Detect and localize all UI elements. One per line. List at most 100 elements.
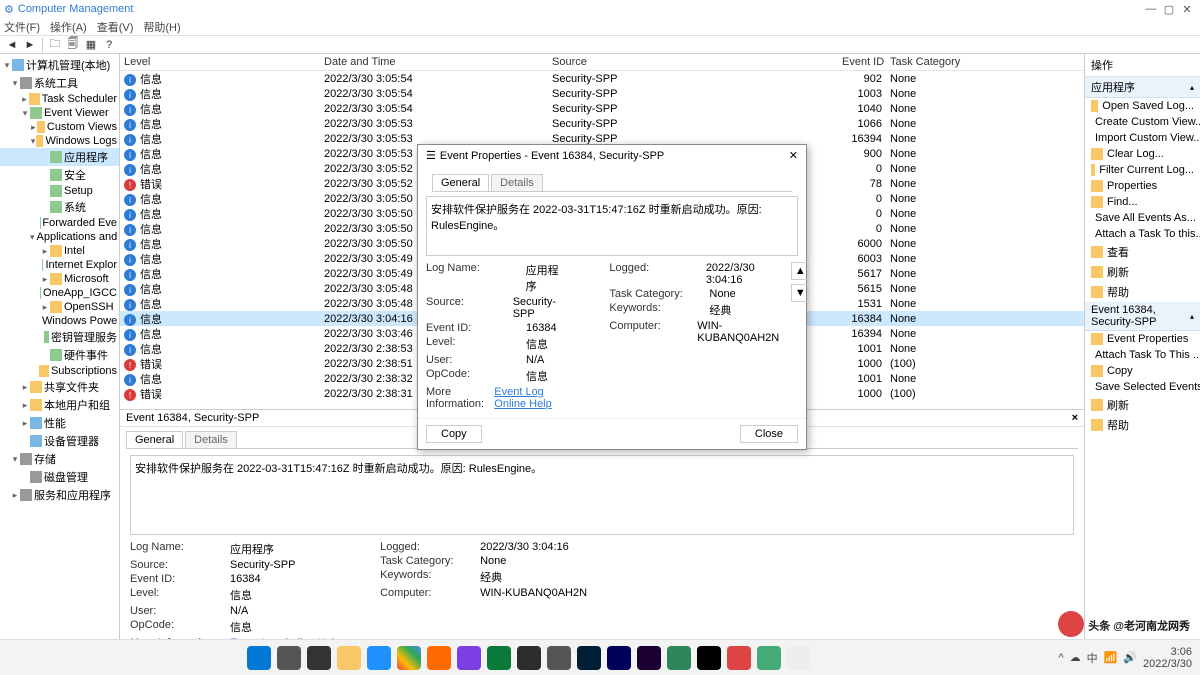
forward-icon[interactable]: ► xyxy=(22,37,38,53)
start-button[interactable] xyxy=(247,646,271,670)
action-item[interactable]: Filter Current Log... xyxy=(1085,162,1200,178)
action-item[interactable]: Find... xyxy=(1085,194,1200,210)
action-item[interactable]: Save All Events As... xyxy=(1085,210,1200,226)
tree-services[interactable]: 服务和应用程序 xyxy=(34,487,111,503)
taskview-icon[interactable] xyxy=(307,646,331,670)
app-icon[interactable] xyxy=(697,646,721,670)
col-date[interactable]: Date and Time xyxy=(320,54,548,70)
tree-disk-mgmt[interactable]: 磁盘管理 xyxy=(44,469,88,485)
next-event-button[interactable]: ▼ xyxy=(791,284,809,302)
action-item[interactable]: Open Saved Log... xyxy=(1085,98,1200,114)
computer-management-icon[interactable] xyxy=(787,646,811,670)
tree-hardware[interactable]: 硬件事件 xyxy=(64,347,108,363)
maximize-button[interactable]: ▢ xyxy=(1160,3,1178,16)
col-level[interactable]: Level xyxy=(120,54,320,70)
action-item[interactable]: 查看 xyxy=(1085,242,1200,262)
action-item[interactable]: Create Custom View... xyxy=(1085,114,1200,130)
tree-oneapp[interactable]: OneApp_IGCC xyxy=(43,287,117,299)
edge-icon[interactable] xyxy=(367,646,391,670)
tray-date[interactable]: 2022/3/30 xyxy=(1143,658,1192,670)
tree-storage[interactable]: 存储 xyxy=(34,451,56,467)
search-icon[interactable] xyxy=(277,646,301,670)
tree-system-tools[interactable]: 系统工具 xyxy=(34,75,78,91)
tray-wifi-icon[interactable]: 📶 xyxy=(1104,651,1118,664)
app-icon[interactable] xyxy=(517,646,541,670)
back-icon[interactable]: ◄ xyxy=(4,37,20,53)
dialog-close-icon[interactable]: ✕ xyxy=(789,149,798,162)
tree-intel[interactable]: Intel xyxy=(64,245,85,257)
tree-task-scheduler[interactable]: Task Scheduler xyxy=(42,93,117,105)
col-task[interactable]: Task Category xyxy=(886,54,1084,70)
tab-general[interactable]: General xyxy=(126,431,183,448)
toolbar-icon[interactable]: ▦ xyxy=(83,37,99,53)
aftereffects-icon[interactable] xyxy=(637,646,661,670)
action-item[interactable]: 刷新 xyxy=(1085,262,1200,282)
copy-button[interactable]: Copy xyxy=(426,425,482,443)
action-item[interactable]: Import Custom View... xyxy=(1085,130,1200,146)
tree-windows-logs[interactable]: Windows Logs xyxy=(45,135,117,147)
tray-network-icon[interactable]: ☁ xyxy=(1070,651,1081,664)
tree-security-log[interactable]: 安全 xyxy=(64,167,86,183)
action-item[interactable]: 刷新 xyxy=(1085,395,1200,415)
app-icon[interactable] xyxy=(457,646,481,670)
action-item[interactable]: Save Selected Events... xyxy=(1085,379,1200,395)
tree-apps-services[interactable]: Applications and S xyxy=(37,231,120,243)
tree-root[interactable]: 计算机管理(本地) xyxy=(26,57,110,73)
photoshop-icon[interactable] xyxy=(577,646,601,670)
action-item[interactable]: Properties xyxy=(1085,178,1200,194)
action-item[interactable]: Attach a Task To this... xyxy=(1085,226,1200,242)
dialog-tab-general[interactable]: General xyxy=(432,174,489,191)
tree-subscriptions[interactable]: Subscriptions xyxy=(51,365,117,377)
menu-file[interactable]: 文件(F) xyxy=(4,19,40,35)
col-eventid[interactable]: Event ID xyxy=(838,54,886,70)
app-icon[interactable] xyxy=(727,646,751,670)
system-tray[interactable]: ^ ☁ 中 📶 🔊 3:06 2022/3/30 xyxy=(1058,646,1200,670)
app-icon[interactable] xyxy=(757,646,781,670)
action-item[interactable]: Copy xyxy=(1085,363,1200,379)
tree-keymgmt[interactable]: 密钥管理服务 xyxy=(51,329,117,345)
dialog-tab-details[interactable]: Details xyxy=(491,174,543,191)
help-icon[interactable]: ? xyxy=(101,37,117,53)
tree-application-log[interactable]: 应用程序 xyxy=(64,149,108,165)
tree-openssh[interactable]: OpenSSH xyxy=(64,301,114,313)
menu-help[interactable]: 帮助(H) xyxy=(143,19,180,35)
close-button[interactable]: Close xyxy=(740,425,798,443)
menu-action[interactable]: 操作(A) xyxy=(50,19,87,35)
tab-details[interactable]: Details xyxy=(185,431,237,448)
navigation-tree[interactable]: ▾计算机管理(本地) ▾系统工具 ▸Task Scheduler ▾Event … xyxy=(0,54,120,639)
tree-ie[interactable]: Internet Explor xyxy=(45,259,117,271)
dialog-link-online-help[interactable]: Event Log Online Help xyxy=(494,386,569,410)
tree-system-log[interactable]: 系统 xyxy=(64,199,86,215)
menu-view[interactable]: 查看(V) xyxy=(97,19,134,35)
tree-forwarded-events[interactable]: Forwarded Eve xyxy=(42,217,117,229)
firefox-icon[interactable] xyxy=(427,646,451,670)
tree-microsoft[interactable]: Microsoft xyxy=(64,273,109,285)
tray-time[interactable]: 3:06 xyxy=(1143,646,1192,658)
minimize-button[interactable]: — xyxy=(1142,3,1160,15)
tree-shared-folders[interactable]: 共享文件夹 xyxy=(44,379,99,395)
close-button[interactable]: ✕ xyxy=(1178,3,1196,16)
app-icon[interactable] xyxy=(487,646,511,670)
tree-device-manager[interactable]: 设备管理器 xyxy=(44,433,99,449)
action-item[interactable]: 帮助 xyxy=(1085,282,1200,302)
tree-custom-views[interactable]: Custom Views xyxy=(47,121,117,133)
explorer-icon[interactable] xyxy=(337,646,361,670)
close-icon[interactable]: × xyxy=(1072,412,1078,424)
tray-chevron-icon[interactable]: ^ xyxy=(1058,652,1063,664)
prev-event-button[interactable]: ▲ xyxy=(791,262,809,280)
tree-local-users[interactable]: 本地用户和组 xyxy=(44,397,110,413)
tree-winpowe[interactable]: Windows Powe xyxy=(42,315,117,327)
app-icon[interactable] xyxy=(547,646,571,670)
tree-event-viewer[interactable]: Event Viewer xyxy=(44,107,109,119)
col-source[interactable]: Source xyxy=(548,54,838,70)
tray-ime-icon[interactable]: 中 xyxy=(1087,650,1098,666)
tree-performance[interactable]: 性能 xyxy=(44,415,66,431)
action-item[interactable]: 帮助 xyxy=(1085,415,1200,435)
premiere-icon[interactable] xyxy=(607,646,631,670)
action-item[interactable]: Attach Task To This ... xyxy=(1085,347,1200,363)
action-item[interactable]: Clear Log... xyxy=(1085,146,1200,162)
chrome-icon[interactable] xyxy=(397,646,421,670)
app-icon[interactable] xyxy=(667,646,691,670)
toolbar-icon[interactable]: 🗀 xyxy=(47,37,63,53)
toolbar-icon[interactable]: 🗐 xyxy=(65,37,81,53)
